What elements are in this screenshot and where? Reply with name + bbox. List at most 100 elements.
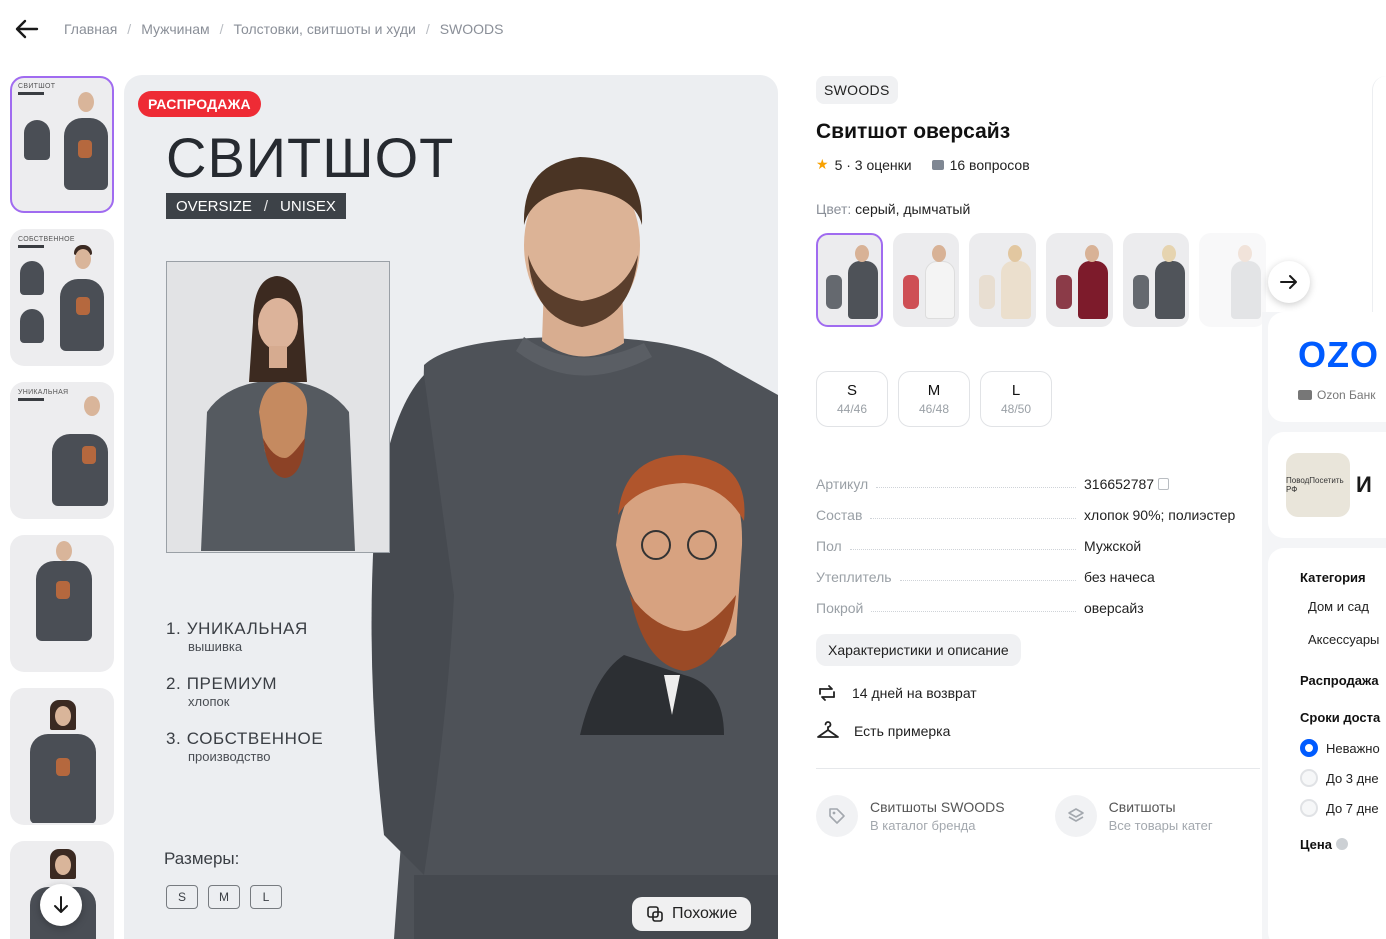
delivery-option[interactable]: До 3 дне — [1300, 769, 1386, 787]
color-value: серый, дымчатый — [855, 201, 971, 217]
article-number: 316652787 — [1084, 476, 1155, 492]
specs-table: Артикул 316652787 Состав хлопок 90%; пол… — [816, 461, 1266, 616]
color-variant[interactable] — [892, 233, 960, 327]
arrow-down-icon — [54, 896, 68, 913]
radio-icon — [1300, 799, 1318, 817]
color-variant[interactable] — [1122, 233, 1190, 327]
delivery-option[interactable]: До 7 дне — [1300, 799, 1386, 817]
return-arrows-icon — [819, 685, 835, 701]
image-sizes-heading: Размеры: — [164, 849, 240, 868]
inset-photo — [166, 261, 390, 553]
tag-unisex: UNISEX — [280, 197, 336, 215]
thumbnail[interactable]: УНИКАЛЬНАЯ — [10, 382, 114, 519]
sale-badge: РАСПРОДАЖА — [138, 91, 261, 117]
characteristics-button[interactable]: Характеристики и описание — [816, 634, 1021, 666]
image-size-box: L — [250, 885, 282, 909]
back-arrow-icon[interactable] — [14, 16, 40, 42]
ozon-overlay-panel: OZO Ozon Банк ПоводПосетить РФ И Категор… — [1262, 312, 1386, 939]
seller-name: И — [1356, 472, 1372, 497]
similar-label: Похожие — [672, 905, 738, 922]
category-heading: Категория — [1300, 570, 1366, 585]
seller-logo: ПоводПосетить РФ — [1286, 453, 1350, 517]
category-item[interactable]: Аксессуары — [1308, 632, 1386, 647]
delivery-option[interactable]: Неважно — [1300, 739, 1386, 757]
spec-row: Состав хлопок 90%; полиэстер — [816, 507, 1236, 523]
brand-chip[interactable]: SWOODS — [816, 76, 898, 104]
ozon-logo[interactable]: OZO — [1268, 312, 1386, 376]
ozon-bank-link[interactable]: Ozon Банк — [1268, 376, 1386, 422]
scroll-down-button[interactable] — [40, 884, 82, 926]
color-variant[interactable] — [969, 233, 1037, 327]
size-option-s[interactable]: S 44/46 — [816, 371, 888, 427]
thumbnail-label: УНИКАЛЬНАЯ — [18, 389, 69, 396]
size-option-m[interactable]: M 46/48 — [898, 371, 970, 427]
breadcrumb-item[interactable]: Мужчинам — [141, 21, 209, 37]
spec-row: Покрой оверсайз — [816, 600, 1144, 616]
color-variant[interactable] — [816, 233, 883, 327]
spec-row: Пол Мужской — [816, 538, 1142, 554]
card-icon — [1298, 390, 1312, 400]
size-option-l[interactable]: L 48/50 — [980, 371, 1052, 427]
thumbnail-label: СВИТШОТ — [18, 83, 56, 90]
feature-item: 2. ПРЕМИУМ хлопок — [166, 674, 278, 709]
image-title: СВИТШОТ — [166, 126, 455, 189]
side-card-edge — [1372, 76, 1386, 312]
radio-icon — [1300, 769, 1318, 787]
features-list: 1. УНИКАЛЬНАЯ вышивка 2. ПРЕМИУМ хлопок … — [166, 619, 323, 784]
category-link[interactable]: Свитшоты Все товары катег — [1054, 795, 1213, 837]
rating-row: ★ 5 · 3 оценки 16 вопросов — [816, 156, 1266, 173]
size-selector: S 44/46 M 46/48 L 48/50 — [816, 371, 1266, 427]
thumbnail[interactable] — [10, 688, 114, 825]
image-tag: OVERSIZE / UNISEX — [166, 193, 346, 219]
variants-next-button[interactable] — [1268, 261, 1310, 303]
info-icon[interactable] — [1335, 838, 1348, 850]
breadcrumb-separator: / — [219, 21, 224, 37]
color-variants — [816, 233, 1310, 327]
perk-return[interactable]: 14 дней на возврат — [816, 682, 1266, 704]
similar-button[interactable]: Похожие — [632, 897, 752, 931]
breadcrumb-item[interactable]: SWOODS — [440, 21, 504, 37]
category-item[interactable]: Дом и сад — [1308, 599, 1386, 614]
price-heading: Цена — [1300, 837, 1386, 852]
product-info: SWOODS Свитшот оверсайз ★ 5 · 3 оценки 1… — [816, 76, 1310, 837]
sale-filter-heading[interactable]: Распродажа — [1300, 673, 1386, 688]
thumbnail[interactable]: СВИТШОТ — [10, 76, 114, 213]
similar-icon — [647, 906, 663, 922]
breadcrumb-item[interactable]: Главная — [64, 21, 117, 37]
questions-link[interactable]: 16 вопросов — [950, 157, 1030, 173]
divider — [816, 768, 1260, 769]
breadcrumb: Главная / Мужчинам / Толстовки, свитшоты… — [64, 21, 504, 37]
color-variant[interactable] — [1046, 233, 1113, 327]
questions-icon — [931, 159, 944, 170]
thumbnail-strip: СВИТШОТ СОБСТВЕННОЕ УНИКАЛЬНАЯ — [10, 76, 114, 939]
perk-fitting[interactable]: Есть примерка — [816, 720, 1266, 742]
copy-icon[interactable] — [1158, 478, 1170, 490]
image-size-box: M — [208, 885, 240, 909]
thumbnail-label: СОБСТВЕННОЕ — [18, 236, 75, 243]
image-size-box: S — [166, 885, 198, 909]
tag-separator: / — [263, 197, 269, 215]
delivery-heading: Сроки доста — [1300, 710, 1381, 725]
image-sizes-row: S M L — [166, 885, 282, 909]
ozon-header-card: OZO Ozon Банк — [1268, 312, 1386, 422]
tag-icon — [816, 795, 858, 837]
thumbnail[interactable] — [10, 535, 114, 672]
star-icon: ★ — [816, 156, 829, 172]
rating-text[interactable]: 5 · 3 оценки — [835, 157, 912, 173]
product-title: Свитшот оверсайз — [816, 120, 1011, 143]
radio-selected-icon — [1300, 739, 1318, 757]
spec-row: Утеплитель без начеса — [816, 569, 1155, 585]
color-variant[interactable] — [1199, 233, 1267, 327]
thumbnail[interactable]: СОБСТВЕННОЕ — [10, 229, 114, 366]
top-bar: Главная / Мужчинам / Толстовки, свитшоты… — [0, 0, 1386, 58]
feature-item: 1. УНИКАЛЬНАЯ вышивка — [166, 619, 308, 654]
feature-item: 3. СОБСТВЕННОЕ производство — [166, 729, 324, 764]
breadcrumb-separator: / — [127, 21, 132, 37]
brand-catalog-link[interactable]: Свитшоты SWOODS В каталог бренда — [816, 795, 1005, 837]
main-product-image[interactable]: РАСПРОДАЖА СВИТШОТ OVERSIZE / UNISEX 1. … — [124, 75, 778, 939]
arrow-right-icon — [1280, 275, 1297, 289]
tag-oversize: OVERSIZE — [176, 197, 252, 215]
seller-card[interactable]: ПоводПосетить РФ И — [1268, 432, 1386, 538]
breadcrumb-item[interactable]: Толстовки, свитшоты и худи — [234, 21, 416, 37]
breadcrumb-separator: / — [425, 21, 430, 37]
